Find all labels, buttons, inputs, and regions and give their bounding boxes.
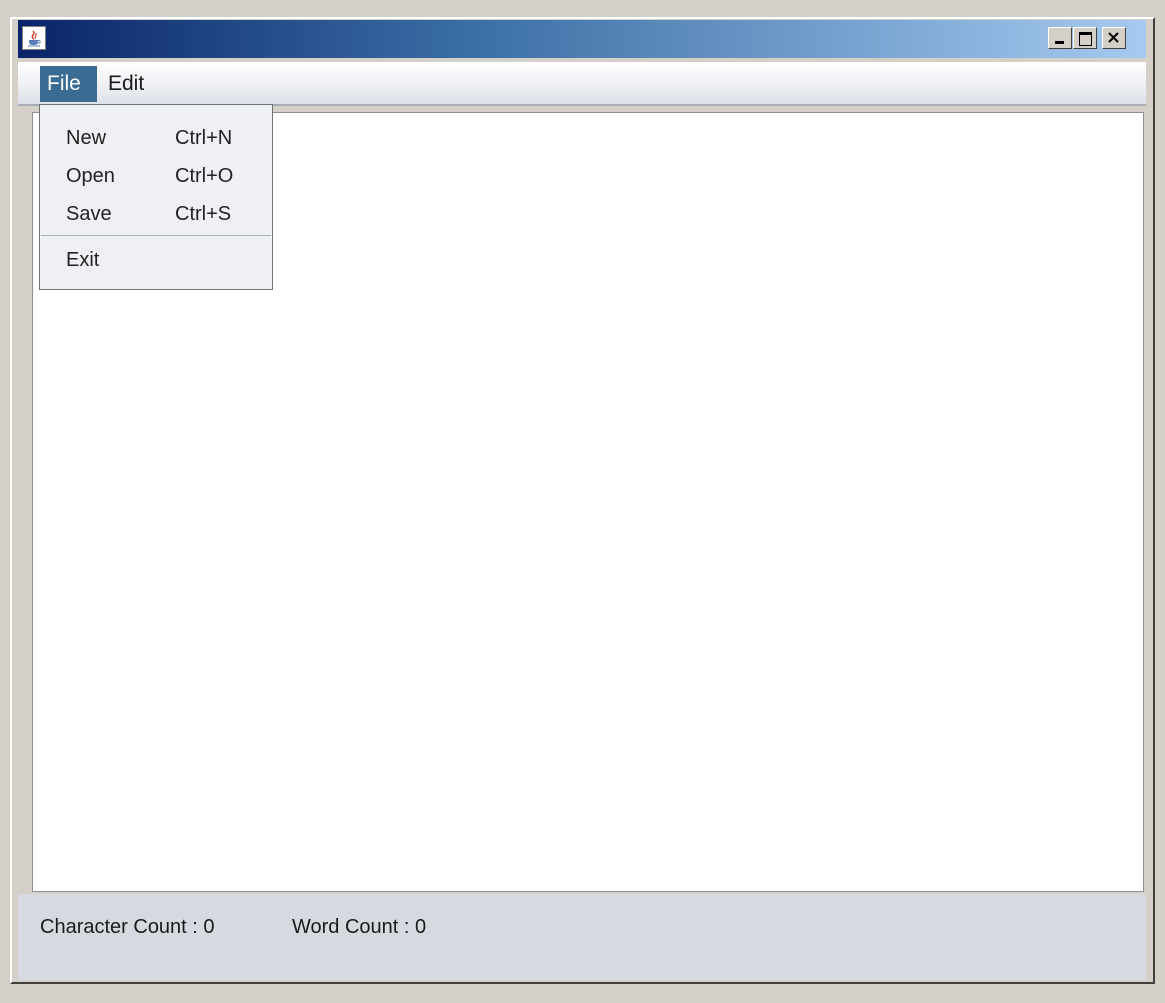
character-count-value: 0 <box>203 916 215 938</box>
menu-item-exit[interactable]: Exit <box>40 243 272 277</box>
word-count-value: 0 <box>415 916 427 938</box>
close-icon <box>1108 32 1119 43</box>
character-count: Character Count : 0 <box>40 916 215 939</box>
menu-edit[interactable]: Edit <box>101 66 156 102</box>
menu-item-open[interactable]: Open Ctrl+O <box>40 159 272 193</box>
maximize-button[interactable] <box>1073 27 1097 49</box>
word-count: Word Count : 0 <box>292 916 426 939</box>
menu-item-label: Exit <box>66 249 100 271</box>
maximize-icon <box>1079 32 1092 46</box>
menu-item-new[interactable]: New Ctrl+N <box>40 121 272 155</box>
character-count-label: Character Count : <box>40 916 198 938</box>
minimize-button[interactable] <box>1048 27 1072 49</box>
menu-file[interactable]: File <box>40 66 97 102</box>
file-menu-dropdown: New Ctrl+N Open Ctrl+O Save Ctrl+S Exit <box>39 104 273 290</box>
minimize-icon <box>1055 41 1064 44</box>
menu-item-shortcut: Ctrl+N <box>175 127 233 149</box>
menu-separator <box>41 235 271 236</box>
word-count-label: Word Count : <box>292 916 410 938</box>
close-button[interactable] <box>1102 27 1126 49</box>
menu-item-shortcut: Ctrl+O <box>175 165 234 187</box>
title-bar[interactable] <box>18 20 1146 58</box>
menu-item-label: New <box>66 127 107 149</box>
menu-bar: File Edit <box>18 62 1146 106</box>
menu-item-label: Save <box>66 203 112 225</box>
menu-item-save[interactable]: Save Ctrl+S <box>40 197 272 231</box>
menu-item-label: Open <box>66 165 115 187</box>
menu-item-shortcut: Ctrl+S <box>175 203 232 225</box>
java-coffee-icon[interactable] <box>22 26 46 50</box>
